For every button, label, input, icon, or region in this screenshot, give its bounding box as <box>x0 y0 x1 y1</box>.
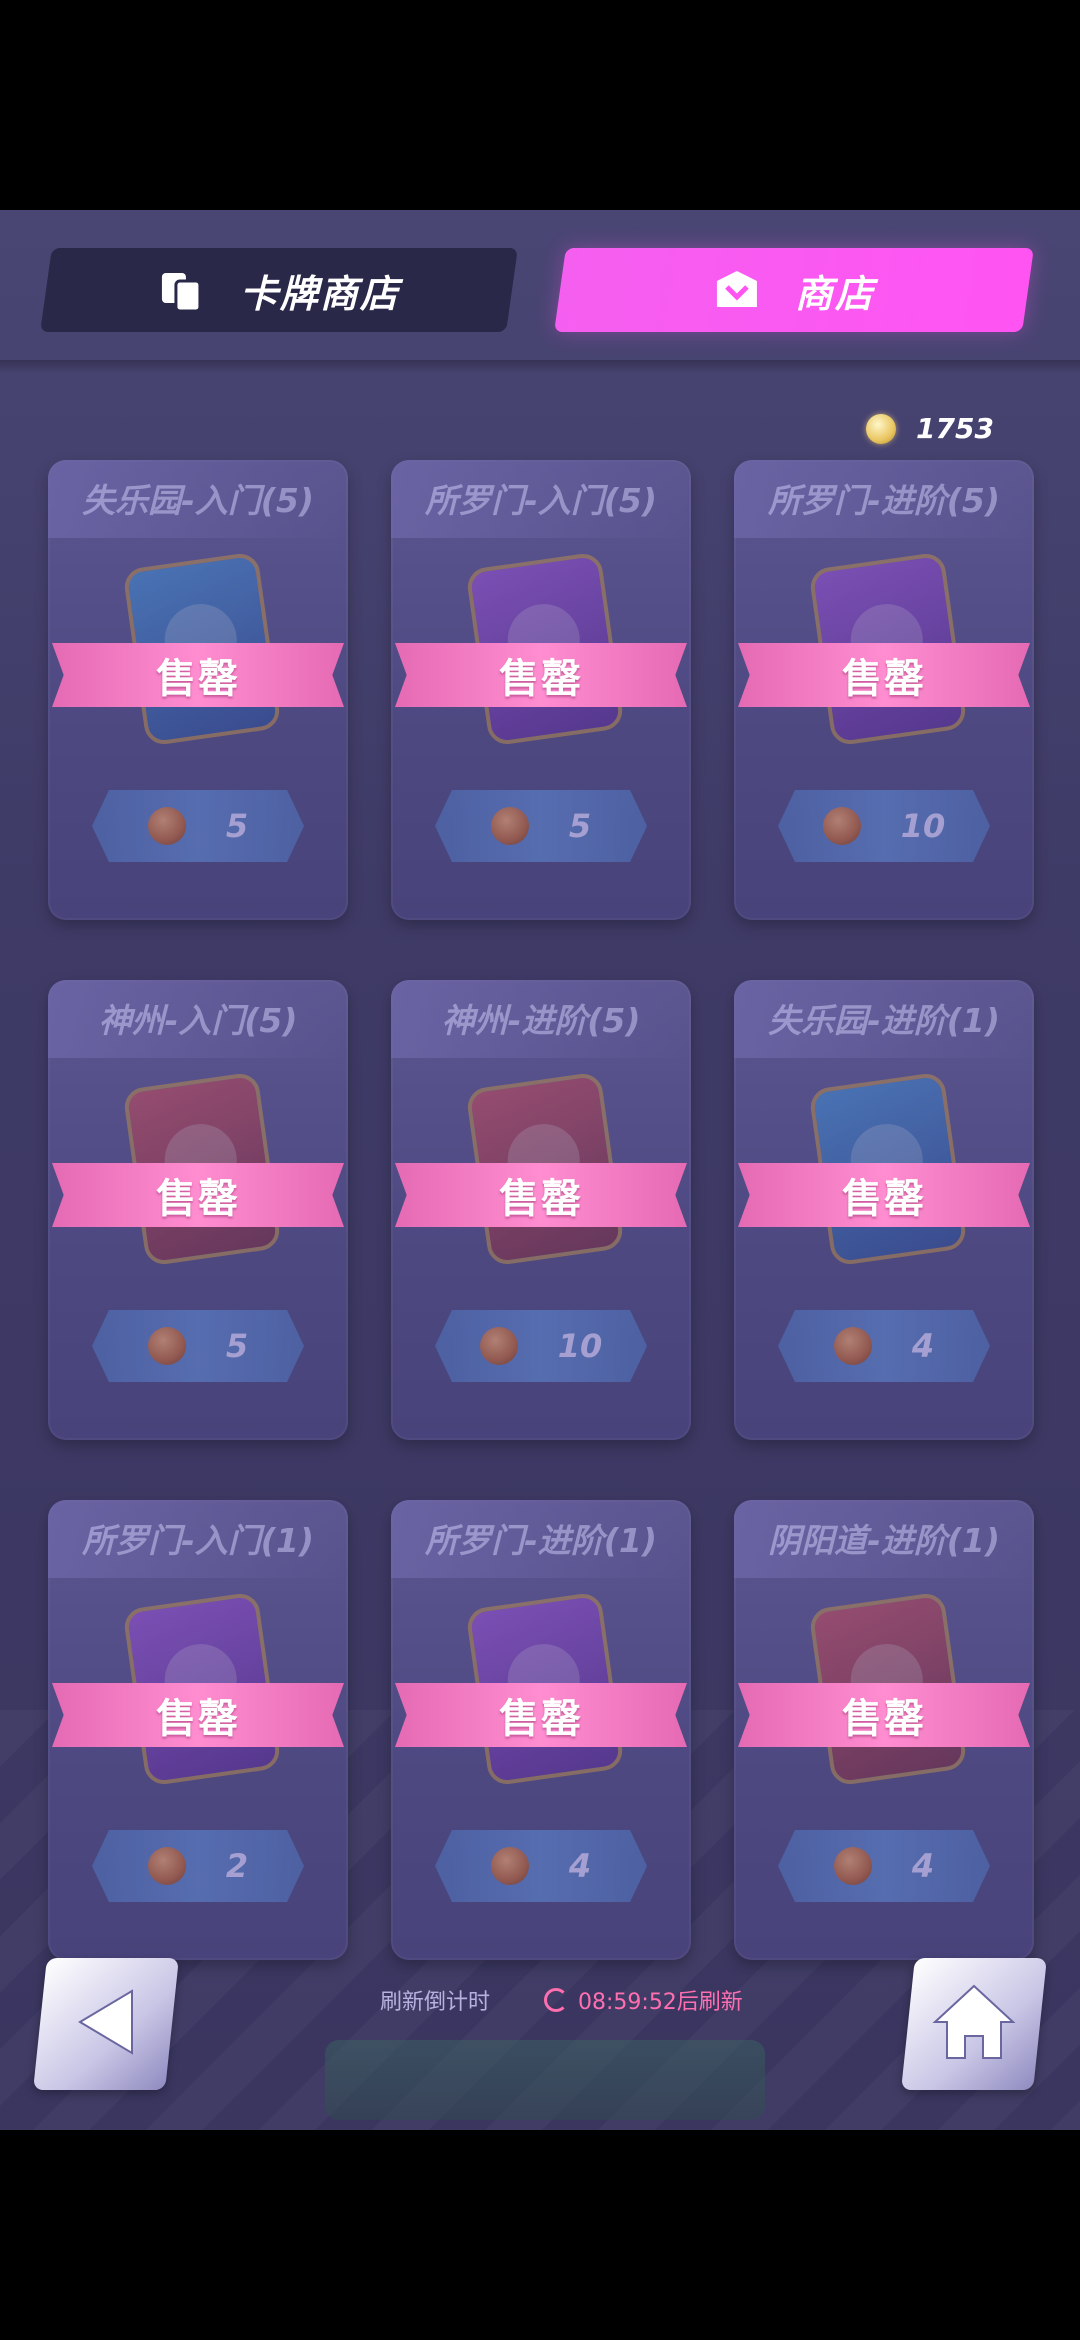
sold-out-label: 售罄 <box>842 656 926 702</box>
refresh-countdown-label: 刷新倒计时 <box>380 1990 491 2015</box>
shop-item-card[interactable]: 失乐园-入门(5) 售罄 5 <box>48 460 348 920</box>
clock-icon <box>544 1988 568 2012</box>
price-tag: 4 <box>778 1830 990 1902</box>
gold-coin-icon <box>866 413 896 444</box>
bronze-coin-icon <box>490 807 529 845</box>
cards-icon <box>161 272 202 312</box>
price-tag: 5 <box>92 790 304 862</box>
sold-out-label: 售罄 <box>156 1176 240 1222</box>
sold-out-ribbon: 售罄 <box>395 1163 687 1227</box>
price-tag: 10 <box>778 790 990 862</box>
price-tag: 5 <box>92 1310 304 1382</box>
sold-out-ribbon: 售罄 <box>738 643 1030 707</box>
tab-shop[interactable]: 商店 <box>554 248 1034 332</box>
price-tag: 4 <box>435 1830 647 1902</box>
tab-divider <box>0 360 1080 374</box>
sold-out-ribbon: 售罄 <box>395 1683 687 1747</box>
shop-item-card[interactable]: 所罗门-进阶(1) 售罄 4 <box>391 1500 691 1960</box>
home-icon <box>931 1982 1017 2066</box>
sold-out-ribbon: 售罄 <box>52 1163 344 1227</box>
shop-item-card[interactable]: 所罗门-入门(5) 售罄 5 <box>391 460 691 920</box>
item-title: 神州-进阶(5) <box>441 1001 641 1040</box>
price-value: 10 <box>557 1327 603 1365</box>
back-button[interactable] <box>33 1958 179 2090</box>
price-tag: 2 <box>92 1830 304 1902</box>
currency-display: 1753 <box>866 412 994 445</box>
price-value: 5 <box>225 1327 249 1365</box>
bronze-coin-icon <box>147 1327 186 1365</box>
shop-icon <box>716 270 757 306</box>
sold-out-label: 售罄 <box>842 1176 926 1222</box>
home-button[interactable] <box>901 1958 1047 2090</box>
tab-card-shop-label: 卡牌商店 <box>239 271 400 316</box>
shop-item-card[interactable]: 所罗门-进阶(5) 售罄 10 <box>734 460 1034 920</box>
price-value: 2 <box>225 1847 249 1885</box>
sold-out-label: 售罄 <box>842 1696 926 1742</box>
sold-out-label: 售罄 <box>156 656 240 702</box>
item-title: 失乐园-进阶(1) <box>768 1001 1000 1040</box>
bronze-coin-icon <box>490 1847 529 1885</box>
item-title: 所罗门-入门(5) <box>425 481 657 520</box>
item-title: 所罗门-进阶(1) <box>425 1521 657 1560</box>
price-value: 4 <box>568 1847 592 1885</box>
sold-out-ribbon: 售罄 <box>395 643 687 707</box>
item-title: 阴阳道-进阶(1) <box>768 1521 1000 1560</box>
refresh-button[interactable] <box>325 2040 765 2120</box>
sold-out-ribbon: 售罄 <box>52 643 344 707</box>
sold-out-label: 售罄 <box>499 1696 583 1742</box>
tab-shop-label: 商店 <box>794 271 875 316</box>
shop-item-card[interactable]: 神州-入门(5) 售罄 5 <box>48 980 348 1440</box>
price-value: 5 <box>568 807 592 845</box>
price-value: 4 <box>911 1847 935 1885</box>
price-value: 5 <box>225 807 249 845</box>
item-title: 神州-入门(5) <box>98 1001 298 1040</box>
shop-item-card[interactable]: 阴阳道-进阶(1) 售罄 4 <box>734 1500 1034 1960</box>
price-tag: 5 <box>435 790 647 862</box>
sold-out-ribbon: 售罄 <box>738 1683 1030 1747</box>
shop-item-card[interactable]: 失乐园-进阶(1) 售罄 4 <box>734 980 1034 1440</box>
shop-screen: 卡牌商店 商店 1753 失乐园-入门(5) 售罄 5 所罗门-入门(5) 售罄… <box>0 210 1080 2130</box>
price-value: 10 <box>900 807 946 845</box>
bronze-coin-icon <box>479 1327 518 1365</box>
sold-out-label: 售罄 <box>156 1696 240 1742</box>
tab-card-shop[interactable]: 卡牌商店 <box>40 248 518 332</box>
sold-out-ribbon: 售罄 <box>52 1683 344 1747</box>
price-tag: 10 <box>435 1310 647 1382</box>
price-tag: 4 <box>778 1310 990 1382</box>
sold-out-label: 售罄 <box>499 1176 583 1222</box>
sold-out-ribbon: 售罄 <box>738 1163 1030 1227</box>
item-title: 失乐园-入门(5) <box>82 481 314 520</box>
shop-item-card[interactable]: 所罗门-入门(1) 售罄 2 <box>48 1500 348 1960</box>
price-value: 4 <box>911 1327 935 1365</box>
item-title: 所罗门-入门(1) <box>82 1521 314 1560</box>
bronze-coin-icon <box>833 1847 872 1885</box>
shop-item-card[interactable]: 神州-进阶(5) 售罄 10 <box>391 980 691 1440</box>
bronze-coin-icon <box>147 1847 186 1885</box>
bronze-coin-icon <box>147 807 186 845</box>
bronze-coin-icon <box>822 807 861 845</box>
currency-value: 1753 <box>916 412 994 445</box>
sold-out-label: 售罄 <box>499 656 583 702</box>
back-arrow-icon <box>76 1987 136 2061</box>
bronze-coin-icon <box>833 1327 872 1365</box>
item-title: 所罗门-进阶(5) <box>768 481 1000 520</box>
refresh-countdown-time: 08:59:52后刷新 <box>578 1990 743 2015</box>
